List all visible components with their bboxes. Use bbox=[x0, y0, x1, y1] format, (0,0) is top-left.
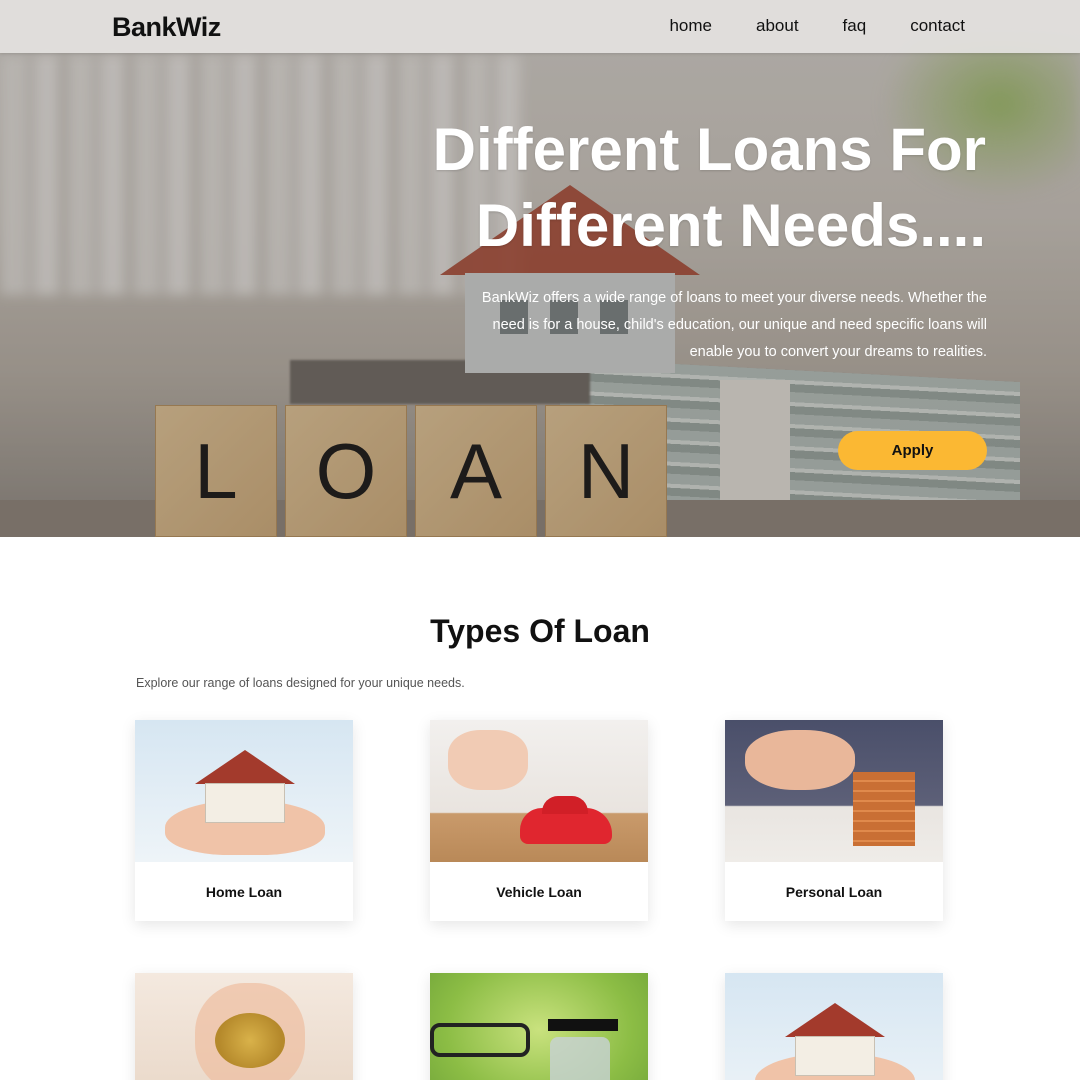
vehicle-loan-image bbox=[430, 720, 648, 862]
nav-links: home about faq contact bbox=[669, 16, 965, 36]
hero-description: BankWiz offers a wide range of loans to … bbox=[481, 290, 987, 360]
loan-card-label: Vehicle Loan bbox=[496, 883, 582, 900]
loan-card-label: Personal Loan bbox=[785, 883, 883, 900]
section-title: Types Of Loan bbox=[430, 613, 650, 649]
personal-loan-image bbox=[725, 720, 943, 862]
hero-title-line1: Different Loans For bbox=[432, 116, 986, 183]
gold-loan-image bbox=[135, 973, 353, 1080]
loan-card-personal[interactable]: Personal Loan bbox=[725, 720, 943, 921]
brand-logo[interactable]: BankWiz bbox=[112, 12, 221, 43]
hero-section: L O A N Different Loans For Different Ne… bbox=[0, 0, 1080, 537]
navbar: BankWiz home about faq contact bbox=[0, 0, 1080, 53]
loan-card-label: Home Loan bbox=[205, 883, 283, 900]
loan-card-home-2[interactable] bbox=[725, 973, 943, 1080]
loan-card-vehicle[interactable]: Vehicle Loan bbox=[430, 720, 648, 921]
hero-title-line2: Different Needs.... bbox=[475, 192, 986, 259]
loan-card-education[interactable] bbox=[430, 973, 648, 1080]
nav-link-about[interactable]: about bbox=[756, 16, 799, 36]
hero-title: Different Loans For Different Needs.... bbox=[366, 112, 986, 264]
loan-card-gold[interactable] bbox=[135, 973, 353, 1080]
nav-link-faq[interactable]: faq bbox=[843, 16, 867, 36]
home-loan-image bbox=[135, 720, 353, 862]
apply-button[interactable]: Apply bbox=[838, 431, 987, 470]
nav-link-contact[interactable]: contact bbox=[910, 16, 965, 36]
loan-card-home[interactable]: Home Loan bbox=[135, 720, 353, 921]
education-loan-image bbox=[430, 973, 648, 1080]
section-subtitle: Explore our range of loans designed for … bbox=[136, 676, 465, 690]
nav-link-home[interactable]: home bbox=[669, 16, 712, 36]
home-loan-image bbox=[725, 973, 943, 1080]
